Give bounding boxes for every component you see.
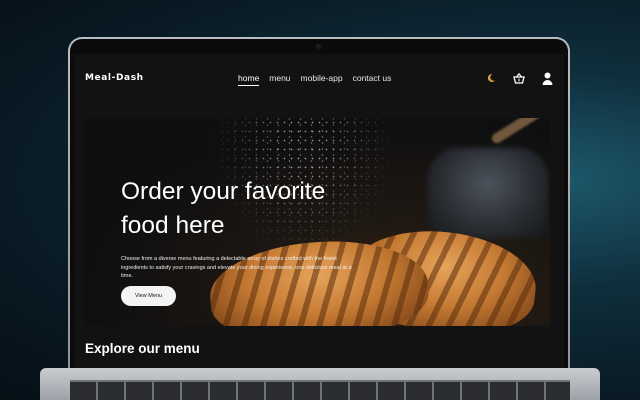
webcam [316, 44, 321, 49]
top-navbar: Meal-Dash home menu mobile-app contact u… [74, 54, 564, 104]
view-menu-button[interactable]: View Menu [121, 286, 176, 306]
nav-icons [484, 71, 554, 85]
website-screen: Meal-Dash home menu mobile-app contact u… [74, 54, 564, 368]
hero-title-line-1: Order your favorite [121, 178, 326, 205]
site-logo[interactable]: Meal-Dash [85, 73, 144, 83]
hero-title: Order your favorite food here [121, 175, 371, 243]
explore-menu-heading: Explore our menu [85, 341, 200, 356]
honey-jar-image [428, 148, 548, 238]
basket-icon[interactable] [512, 71, 526, 85]
hero-banner: Order your favorite food here Choose fro… [84, 118, 550, 326]
hero-title-line-2: food here [121, 212, 225, 239]
nav-link-home[interactable]: home [238, 73, 260, 86]
laptop-keyboard [70, 380, 570, 400]
nav-link-mobile-app[interactable]: mobile-app [301, 73, 343, 86]
moon-icon[interactable] [484, 71, 498, 85]
nav-link-menu[interactable]: menu [269, 73, 290, 86]
nav-menu: home menu mobile-app contact us [238, 73, 391, 86]
honey-dipper-image [489, 118, 547, 146]
user-icon[interactable] [540, 71, 554, 85]
hero-description: Choose from a diverse menu featuring a d… [121, 256, 352, 279]
nav-link-contact-us[interactable]: contact us [353, 73, 392, 86]
